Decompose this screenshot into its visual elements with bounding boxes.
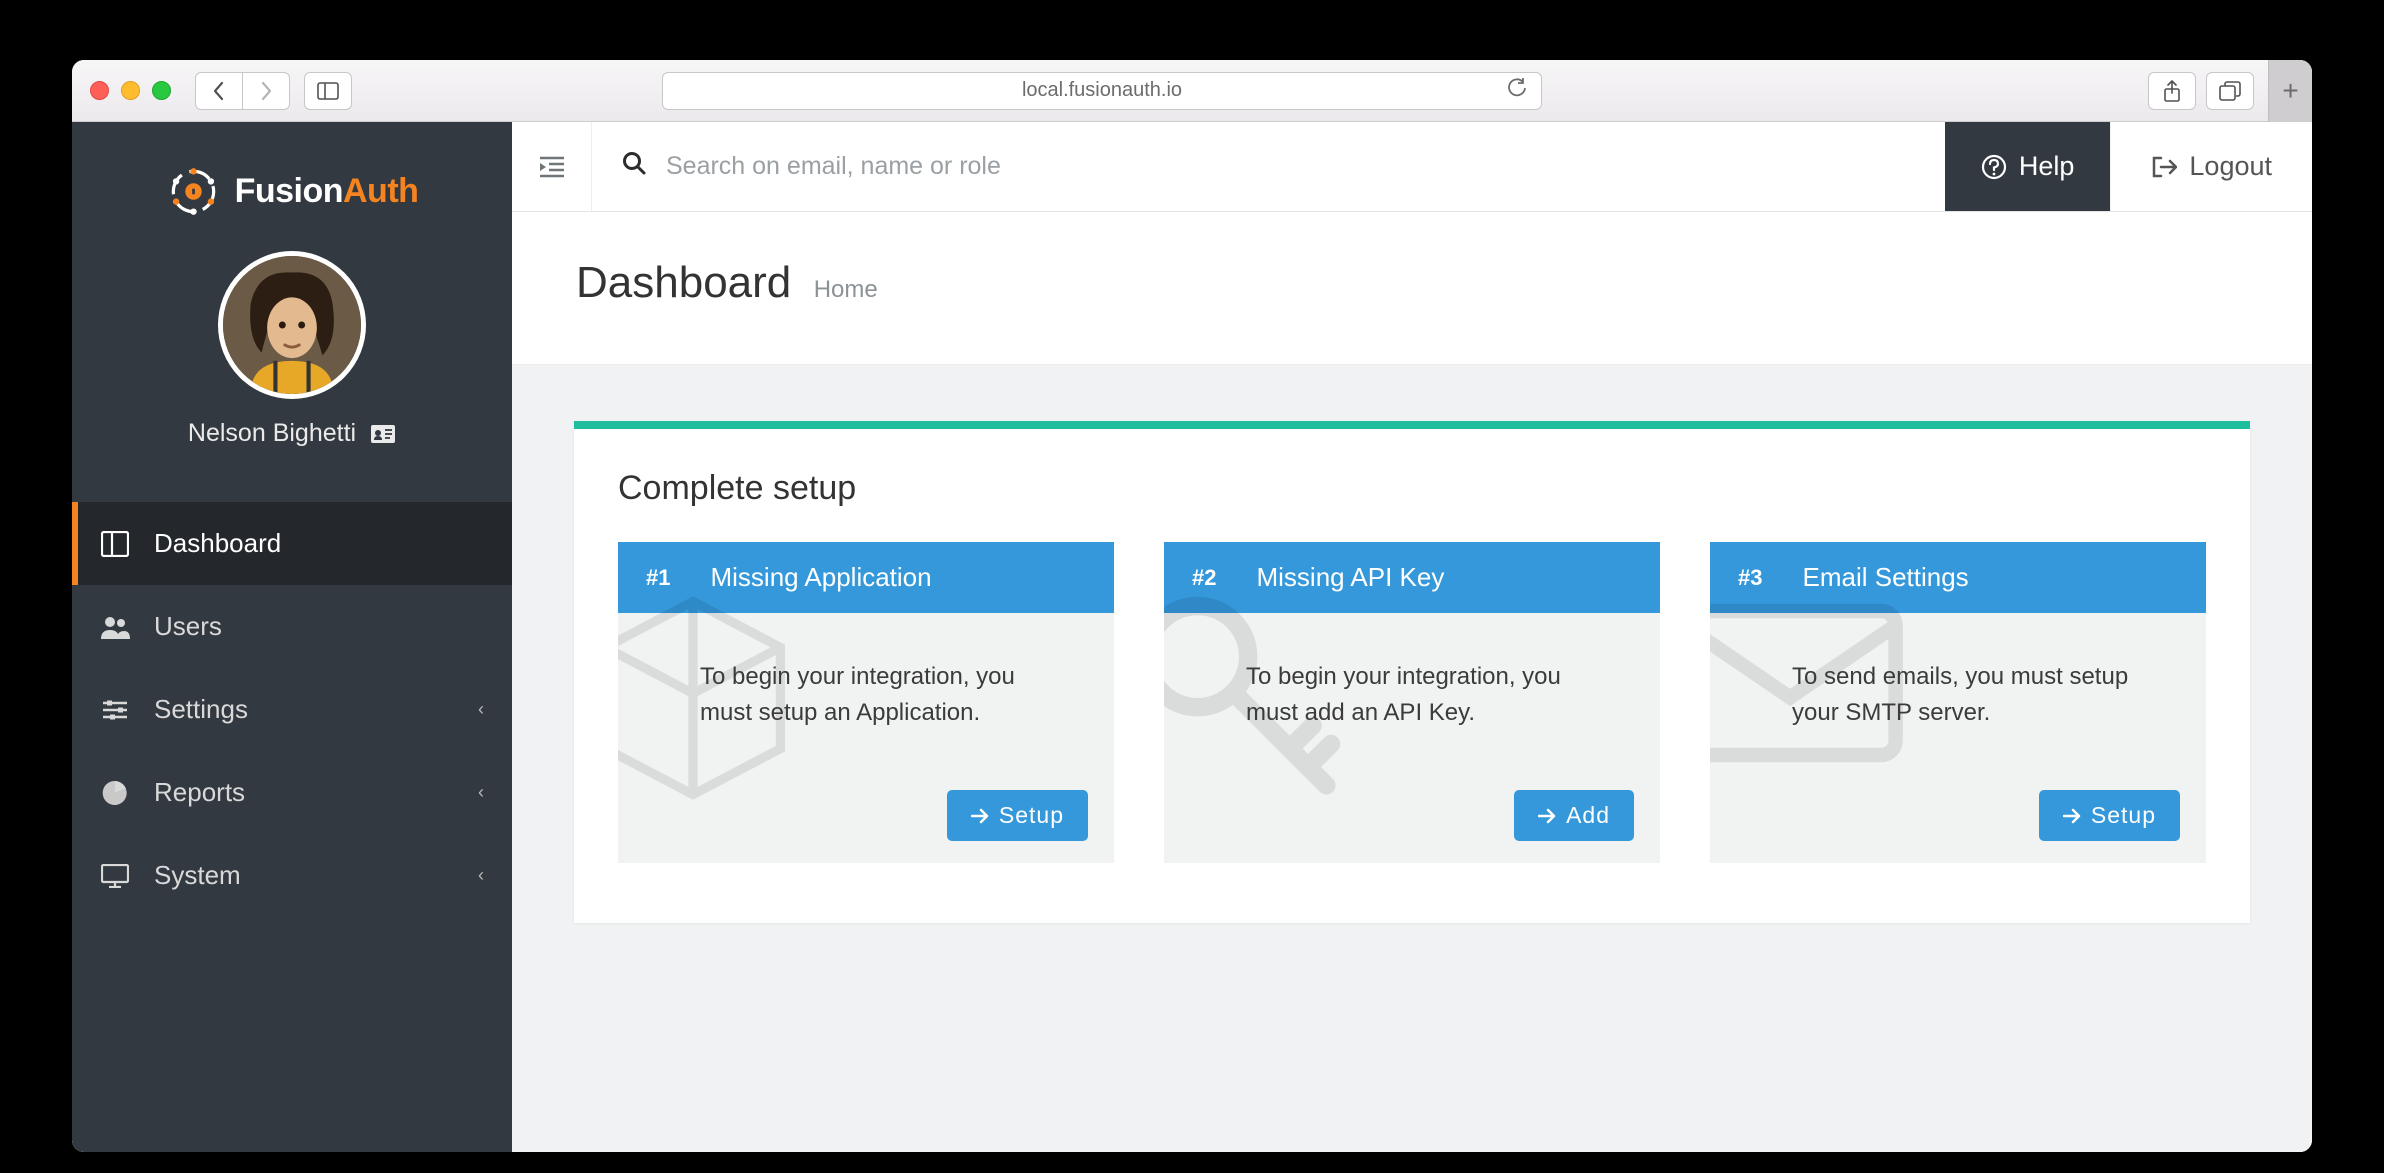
browser-window: local.fusionauth.io + [72, 60, 2312, 1152]
button-label: Add [1566, 802, 1610, 829]
button-label: Setup [999, 802, 1064, 829]
sidebar: FusionAuth [72, 122, 512, 1152]
setup-email-button[interactable]: Setup [2039, 790, 2180, 841]
dashboard-icon [100, 531, 130, 557]
search-input[interactable] [666, 152, 1915, 181]
chevron-left-icon: ‹ [478, 699, 484, 720]
nav-arrows [195, 72, 290, 110]
sidebar-item-dashboard[interactable]: Dashboard [72, 502, 512, 585]
avatar[interactable] [218, 251, 366, 399]
panel-icon [317, 82, 339, 100]
forward-button[interactable] [242, 72, 290, 110]
help-label: Help [2019, 151, 2075, 182]
breadcrumb: Home [814, 276, 878, 303]
help-button[interactable]: Help [1945, 122, 2111, 211]
sidebar-item-label: Reports [154, 777, 245, 808]
sliders-icon [100, 698, 130, 722]
fusionauth-logo-icon [166, 164, 221, 219]
sidebar-item-settings[interactable]: Settings ‹ [72, 668, 512, 751]
page-header: Dashboard Home [512, 212, 2312, 365]
reload-icon[interactable] [1507, 78, 1527, 104]
user-profile: Nelson Bighetti [72, 245, 512, 484]
page-title: Dashboard [576, 258, 791, 308]
pie-chart-icon [100, 780, 130, 806]
sidebar-item-label: System [154, 860, 241, 891]
main-content: Help Logout Dashboard Home Complete setu… [512, 122, 2312, 1152]
search-wrap [592, 122, 1945, 211]
chevron-left-icon: ‹ [478, 782, 484, 803]
window-controls [90, 81, 171, 100]
sidebar-item-label: Users [154, 611, 222, 642]
arrow-right-icon [1538, 808, 1556, 824]
back-button[interactable] [195, 72, 243, 110]
sidebar-item-label: Settings [154, 694, 248, 725]
sidebar-item-label: Dashboard [154, 528, 281, 559]
setup-card-email: #3 Email Settings To send emails, you mu… [1710, 542, 2206, 863]
monitor-icon [100, 864, 130, 888]
share-button[interactable] [2148, 72, 2196, 110]
setup-panel: Complete setup #1 Missing Application To… [574, 421, 2250, 923]
username-text: Nelson Bighetti [188, 419, 356, 448]
app-body: FusionAuth [72, 122, 2312, 1152]
button-label: Setup [2091, 802, 2156, 829]
logout-icon [2151, 155, 2177, 179]
content-area: Complete setup #1 Missing Application To… [512, 365, 2312, 979]
card-description: To begin your integration, you must add … [1246, 659, 1608, 731]
share-icon [2162, 80, 2182, 102]
url-bar[interactable]: local.fusionauth.io [662, 72, 1542, 110]
sidebar-toggle-button[interactable] [304, 72, 352, 110]
topbar: Help Logout [512, 122, 2312, 212]
brand-logo: FusionAuth [72, 122, 512, 245]
new-tab-button[interactable]: + [2268, 60, 2312, 122]
maximize-window-icon[interactable] [152, 81, 171, 100]
setup-card-application: #1 Missing Application To begin your int… [618, 542, 1114, 863]
brand-name: FusionAuth [235, 172, 419, 211]
browser-right-controls [2148, 72, 2254, 110]
tabs-button[interactable] [2206, 72, 2254, 110]
logout-label: Logout [2189, 151, 2272, 182]
avatar-image [223, 256, 361, 394]
url-text: local.fusionauth.io [1022, 79, 1182, 102]
browser-chrome: local.fusionauth.io + [72, 60, 2312, 122]
logout-button[interactable]: Logout [2110, 122, 2312, 211]
sidebar-item-users[interactable]: Users [72, 585, 512, 668]
add-apikey-button[interactable]: Add [1514, 790, 1634, 841]
close-window-icon[interactable] [90, 81, 109, 100]
minimize-window-icon[interactable] [121, 81, 140, 100]
arrow-right-icon [2063, 808, 2081, 824]
sidebar-item-reports[interactable]: Reports ‹ [72, 751, 512, 834]
sidebar-nav: Dashboard Users Settings ‹ [72, 484, 512, 917]
search-icon [622, 151, 646, 182]
sidebar-collapse-button[interactable] [512, 122, 592, 211]
tabs-icon [2219, 81, 2241, 101]
card-description: To send emails, you must setup your SMTP… [1792, 659, 2154, 731]
setup-card-apikey: #2 Missing API Key To begin your integra… [1164, 542, 1660, 863]
id-card-icon[interactable] [370, 424, 396, 444]
chevron-left-icon: ‹ [478, 865, 484, 886]
chevron-right-icon [258, 81, 274, 101]
setup-cards: #1 Missing Application To begin your int… [618, 542, 2206, 863]
chevron-left-icon [211, 81, 227, 101]
card-description: To begin your integration, you must setu… [700, 659, 1062, 731]
help-icon [1981, 154, 2007, 180]
indent-icon [539, 156, 565, 178]
username: Nelson Bighetti [188, 419, 396, 448]
users-icon [100, 614, 130, 640]
arrow-right-icon [971, 808, 989, 824]
panel-title: Complete setup [618, 469, 2206, 508]
sidebar-item-system[interactable]: System ‹ [72, 834, 512, 917]
setup-application-button[interactable]: Setup [947, 790, 1088, 841]
